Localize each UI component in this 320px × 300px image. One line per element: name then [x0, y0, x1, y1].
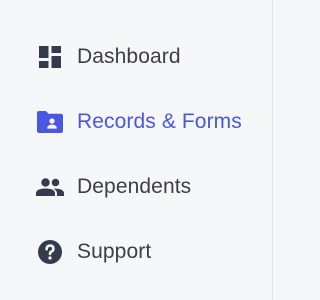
sidebar-item-support[interactable]: Support — [36, 236, 151, 268]
sidebar-item-label: Dependents — [77, 175, 192, 198]
sidebar-item-records-forms[interactable]: Records & Forms — [36, 106, 242, 138]
sidebar-item-label: Dashboard — [77, 45, 181, 68]
dashboard-icon — [36, 43, 64, 71]
sidebar-item-label: Support — [77, 240, 152, 263]
folder-user-icon — [36, 108, 64, 136]
sidebar-item-dependents[interactable]: Dependents — [36, 171, 191, 203]
question-circle-icon — [36, 238, 64, 266]
sidebar-item-dashboard[interactable]: Dashboard — [36, 41, 181, 73]
sidebar-item-label: Records & Forms — [77, 110, 242, 133]
sidebar-nav: Dashboard Records & Forms Dependents Sup… — [0, 0, 273, 300]
people-icon — [36, 173, 64, 201]
